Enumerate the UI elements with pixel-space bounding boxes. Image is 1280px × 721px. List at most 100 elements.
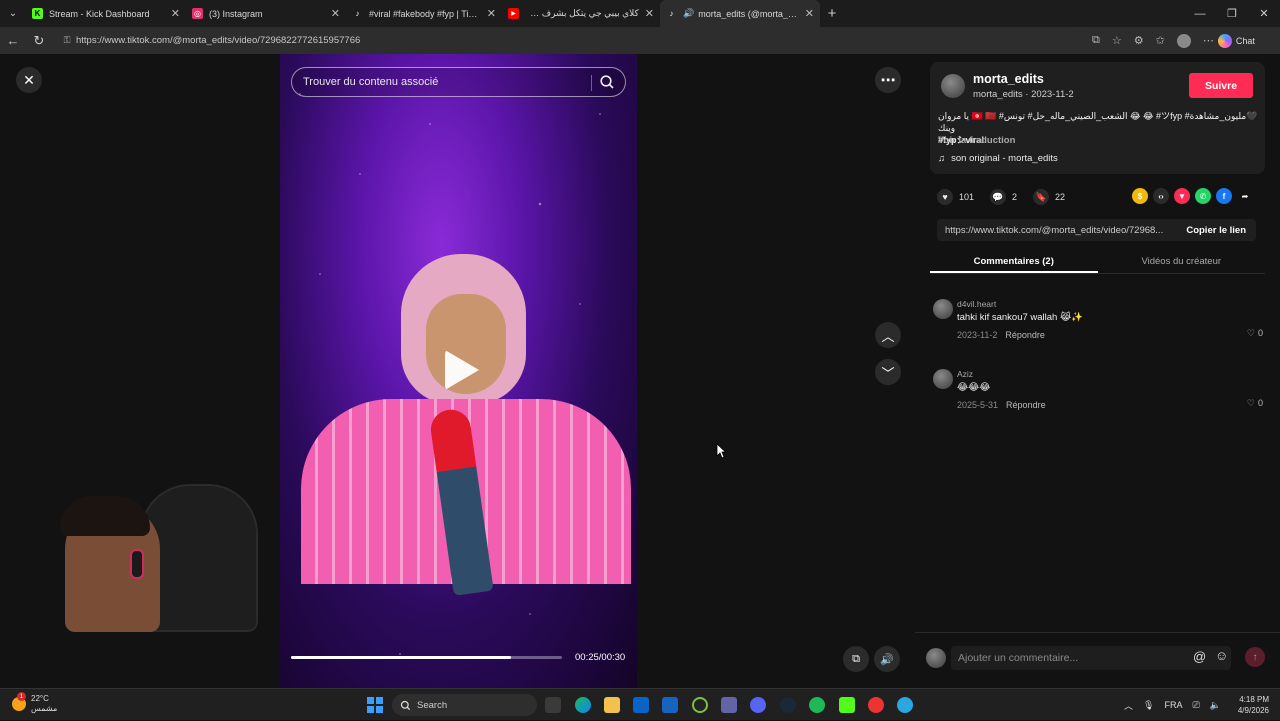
comment-item: d4vil.heart tahki kif sankou7 wallah 😹✨ …: [930, 299, 1265, 349]
network-icon[interactable]: ⎚: [1192, 700, 1199, 711]
edge-browser-icon[interactable]: [575, 697, 591, 713]
tab-instagram[interactable]: ◎ (3) Instagram ✕: [186, 0, 346, 27]
more-options-icon[interactable]: ⋯: [875, 67, 901, 93]
weather-widget[interactable]: 1 22°C مشمس: [12, 692, 58, 714]
send-to-friends-icon[interactable]: ▼: [1174, 188, 1190, 204]
follow-button[interactable]: Suivre: [1189, 73, 1253, 98]
tab-comments[interactable]: Commentaires (2): [930, 250, 1098, 273]
comment-like[interactable]: ♡ 0: [1247, 328, 1263, 339]
close-tab-icon[interactable]: ✕: [171, 7, 180, 20]
bookmark-icon[interactable]: 🔖: [1033, 189, 1050, 205]
close-tab-icon[interactable]: ✕: [805, 7, 814, 20]
favorite-star-icon[interactable]: ☆: [1112, 34, 1122, 47]
reply-button[interactable]: Répondre: [1006, 400, 1046, 410]
author-name[interactable]: morta_edits: [973, 72, 1044, 86]
music-line[interactable]: ♫ son original - morta_edits: [938, 153, 1058, 164]
coin-icon[interactable]: $: [1132, 188, 1148, 204]
chevron-up-icon[interactable]: ︿: [1124, 699, 1133, 712]
tab-kick-dashboard[interactable]: K Stream - Kick Dashboard ✕: [26, 0, 186, 27]
caption-line: 🖤مليون_مشاهدة# ツfyp# 😂 😂 الشعب_الصيني_ما…: [938, 111, 1258, 133]
input-language[interactable]: FRA: [1164, 700, 1182, 710]
profile-avatar[interactable]: [1176, 33, 1191, 48]
speaker-icon[interactable]: 🔈: [1210, 700, 1221, 711]
copy-link-button[interactable]: Copier le lien: [1186, 225, 1256, 236]
volume-icon[interactable]: 🔊: [874, 646, 900, 672]
copilot-chat-button[interactable]: Chat: [1217, 33, 1255, 48]
steam-icon[interactable]: [780, 697, 796, 713]
video-progress-bar[interactable]: [291, 656, 562, 659]
site-info-icon[interactable]: ⚿: [58, 35, 76, 46]
video-link-text[interactable]: https://www.tiktok.com/@morta_edits/vide…: [937, 225, 1182, 236]
spotify-icon[interactable]: [809, 697, 825, 713]
emoji-icon[interactable]: ☺: [1215, 648, 1228, 663]
commenter-name[interactable]: Aziz: [957, 369, 973, 379]
more-menu-icon[interactable]: ⋯: [1203, 34, 1214, 47]
share-icons: $ ‹› ▼ ✆ f ➦: [1132, 188, 1253, 204]
telegram-icon[interactable]: [897, 697, 913, 713]
reply-button[interactable]: Répondre: [1005, 330, 1045, 340]
play-button[interactable]: [442, 350, 482, 390]
audio-playing-icon[interactable]: 🔊: [683, 8, 694, 19]
store-icon[interactable]: [662, 697, 678, 713]
see-translation-link[interactable]: Voir la traduction: [938, 135, 1015, 146]
task-view-icon[interactable]: [545, 697, 561, 713]
tab-title: morta_edits (@morta_edits) |: [698, 8, 799, 19]
windows-start-icon[interactable]: [367, 697, 383, 713]
close-video-icon[interactable]: ✕: [16, 67, 42, 93]
tab-actions-menu-icon[interactable]: ⌄: [0, 0, 26, 27]
search-icon[interactable]: [599, 74, 615, 90]
refresh-icon[interactable]: ↻: [26, 33, 52, 49]
taskbar-search[interactable]: Search: [392, 694, 537, 716]
commenter-name[interactable]: d4vil.heart: [957, 299, 996, 309]
share-arrow-icon[interactable]: ➦: [1237, 188, 1253, 204]
commenter-avatar[interactable]: [933, 369, 953, 389]
close-tab-icon[interactable]: ✕: [331, 7, 340, 20]
tab-tiktok-viral[interactable]: ♪ #viral #fakebody #fyp | TikTok ✕: [346, 0, 502, 27]
close-tab-icon[interactable]: ✕: [487, 7, 496, 20]
like-heart-icon[interactable]: ♥: [937, 189, 953, 205]
extensions-icon[interactable]: ⚙: [1134, 34, 1144, 47]
app-circle-icon[interactable]: [692, 697, 708, 713]
previous-video-chevron-up-icon[interactable]: ︿: [875, 322, 901, 348]
minimize-icon[interactable]: —: [1184, 0, 1216, 27]
next-video-chevron-down-icon[interactable]: ﹀: [875, 359, 901, 385]
floating-player-icon[interactable]: ⧉: [843, 646, 869, 672]
discord-icon[interactable]: [750, 697, 766, 713]
comment-meta: 2023-11-2 Répondre: [957, 330, 1045, 340]
related-content-search[interactable]: Trouver du contenu associé: [291, 67, 626, 97]
comment-input[interactable]: Ajouter un commentaire...: [951, 646, 1231, 670]
whatsapp-icon[interactable]: ✆: [1195, 188, 1211, 204]
favorites-icon[interactable]: ✩: [1156, 34, 1165, 47]
play-icon: [445, 350, 479, 390]
url-text: https://www.tiktok.com/@morta_edits/vide…: [76, 35, 361, 46]
author-avatar[interactable]: [941, 74, 965, 98]
obs-icon[interactable]: [868, 697, 884, 713]
facebook-icon[interactable]: f: [1216, 188, 1232, 204]
weather-condition: مشمس: [31, 704, 58, 713]
kick-app-icon[interactable]: [839, 697, 855, 713]
close-tab-icon[interactable]: ✕: [645, 7, 654, 20]
microphone-icon[interactable]: 🎙: [1143, 700, 1154, 711]
comment-bubble-icon[interactable]: 💬: [990, 189, 1007, 205]
tab-creator-videos[interactable]: Vidéos du créateur: [1098, 250, 1266, 273]
video-frame[interactable]: [280, 54, 637, 688]
comment-like[interactable]: ♡ 0: [1247, 398, 1263, 409]
taskbar-clock[interactable]: 4:18 PM 4/9/2026: [1225, 694, 1269, 716]
app-available-icon[interactable]: ⧉: [1092, 34, 1100, 47]
file-explorer-icon[interactable]: [604, 697, 620, 713]
search-placeholder: Trouver du contenu associé: [303, 76, 439, 88]
mention-at-icon[interactable]: @: [1193, 649, 1206, 664]
tab-morta-edits[interactable]: ♪ 🔊 morta_edits (@morta_edits) | ✕: [660, 0, 820, 27]
commenter-avatar[interactable]: [933, 299, 953, 319]
close-window-icon[interactable]: ✕: [1248, 0, 1280, 27]
chat-label: Chat: [1235, 35, 1255, 46]
send-arrow-icon[interactable]: ↑: [1245, 647, 1265, 667]
address-bar[interactable]: ⚿ https://www.tiktok.com/@morta_edits/vi…: [58, 30, 1088, 51]
back-arrow-icon[interactable]: ←: [0, 33, 26, 48]
new-tab-button[interactable]: +: [820, 5, 844, 22]
embed-code-icon[interactable]: ‹›: [1153, 188, 1169, 204]
outlook-icon[interactable]: [633, 697, 649, 713]
restore-icon[interactable]: ❐: [1216, 0, 1248, 27]
teams-icon[interactable]: [721, 697, 737, 713]
tab-youtube[interactable]: ▶ كلاي بيبي جي يتكل بشرف جلال بريك ✕: [502, 0, 660, 27]
